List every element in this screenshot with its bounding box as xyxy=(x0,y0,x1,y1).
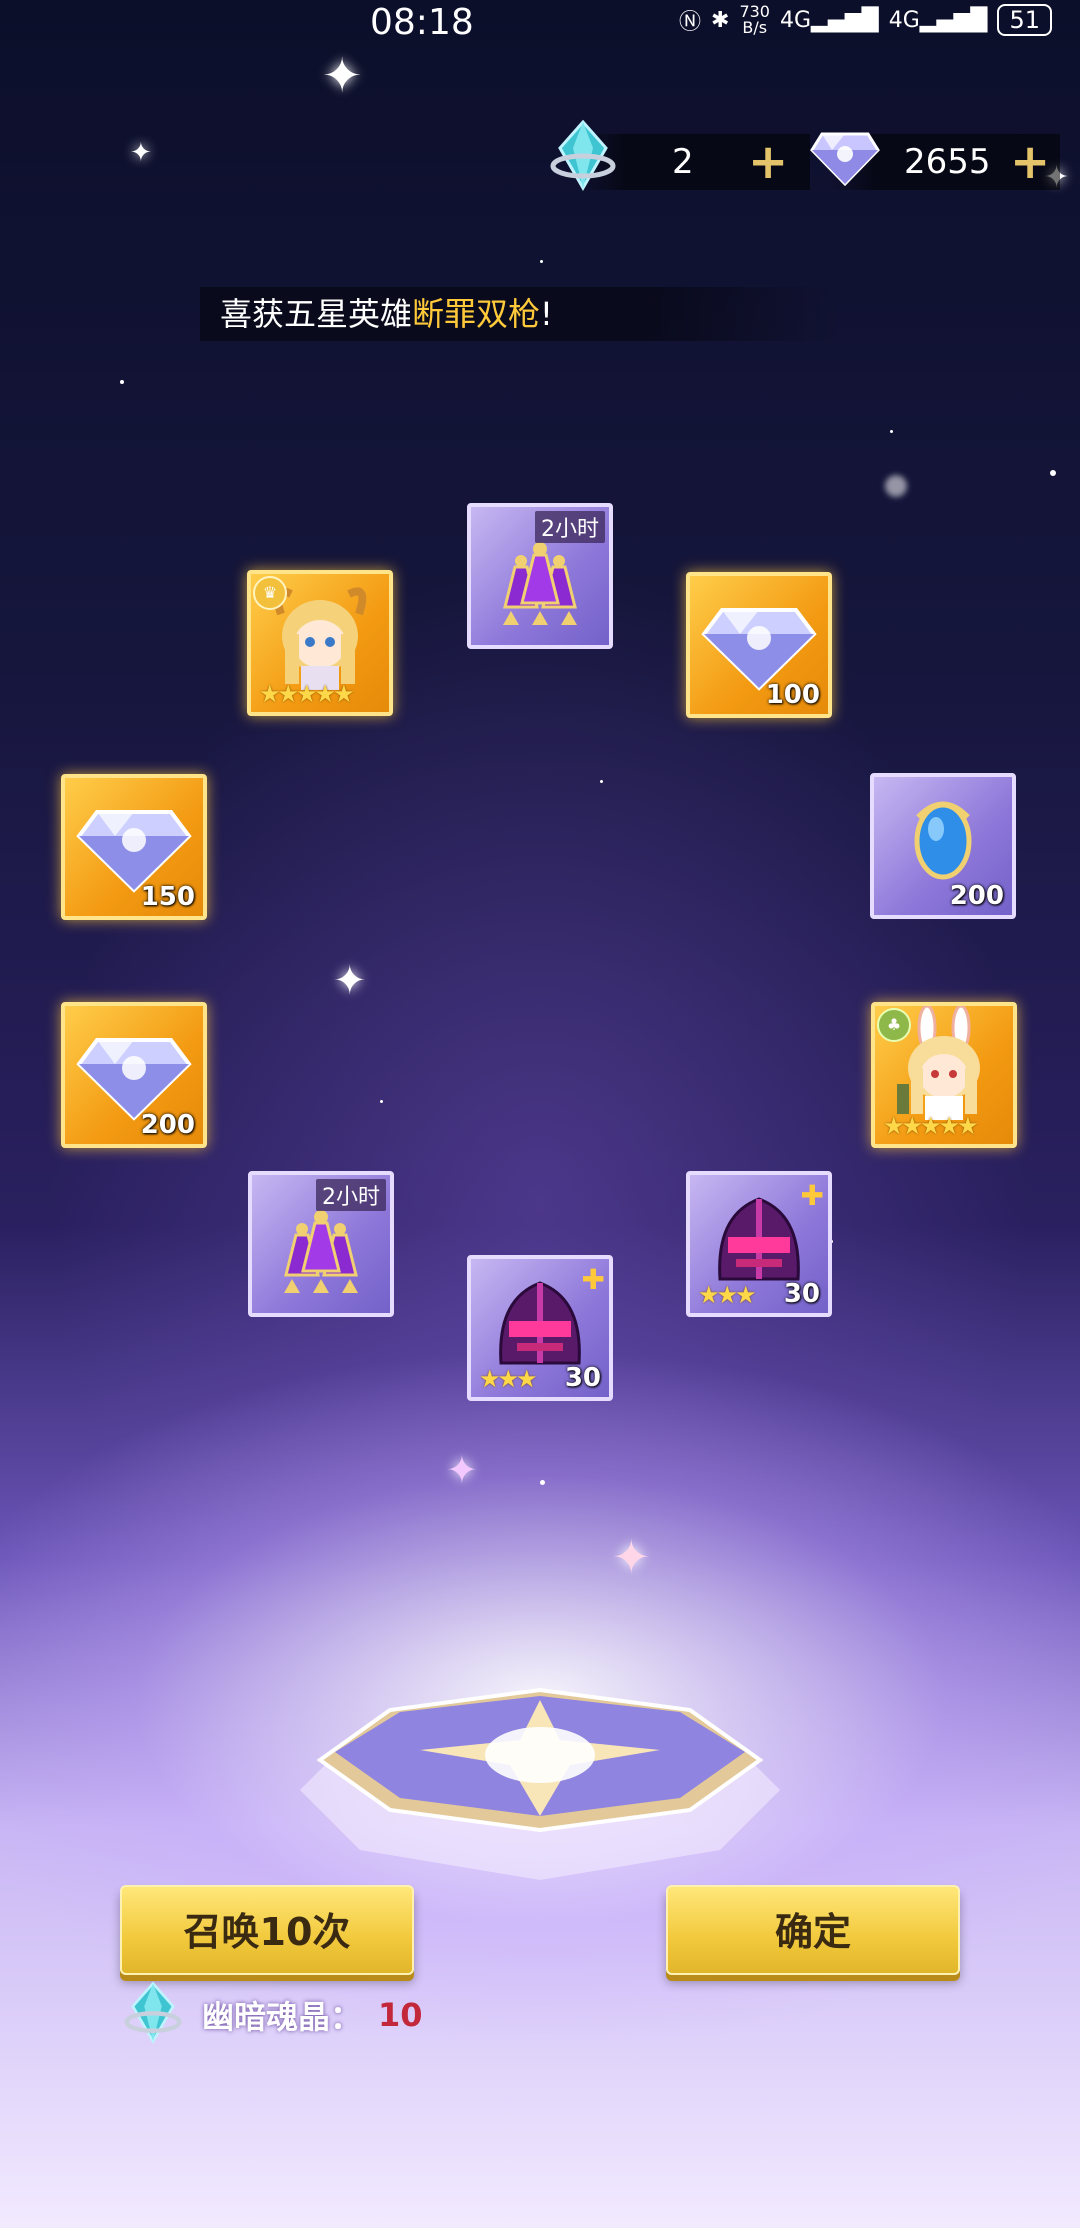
hero-stars: ★★★★★ xyxy=(883,1112,979,1140)
cost-label: 幽暗魂晶： xyxy=(202,1998,363,2036)
star xyxy=(380,1100,383,1103)
soul-crystal-count: 2 xyxy=(672,142,694,182)
star xyxy=(1050,470,1056,476)
hero-stars: ★★★ xyxy=(479,1365,538,1393)
star xyxy=(885,475,907,497)
star xyxy=(540,260,543,263)
reward-card-helmet-shard[interactable]: ✚ ★★★ 30 xyxy=(467,1255,613,1401)
summon-cost: 幽暗魂晶： 10 xyxy=(120,1981,423,2045)
nfc-icon: Ⓝ xyxy=(678,10,701,35)
sparkle: ✦ xyxy=(446,1448,478,1492)
reward-card-potion[interactable]: 2小时 xyxy=(467,503,613,649)
signal-label-2: 4G xyxy=(888,7,920,33)
reward-quantity: 150 xyxy=(140,882,195,912)
network-speed-unit: B/s xyxy=(742,18,768,37)
diamond-icon xyxy=(810,132,880,186)
signal-label: 4G xyxy=(779,7,812,33)
reward-quantity: 200 xyxy=(140,1110,195,1140)
sparkle: ✦ xyxy=(322,48,363,104)
reward-quantity: 100 xyxy=(765,680,820,710)
diamond-count: 2655 xyxy=(904,142,991,182)
puzzle-piece-icon: ✚ xyxy=(581,1263,605,1296)
star xyxy=(890,430,893,433)
star xyxy=(540,1480,545,1485)
add-soul-crystal-button[interactable]: + xyxy=(748,134,788,190)
battery-icon: 51 xyxy=(997,4,1052,36)
signal-icon: 4G▂▄▆█ xyxy=(779,7,879,33)
sparkle: ✦ xyxy=(612,1530,651,1584)
reward-card-potion[interactable]: 2小时 xyxy=(248,1171,394,1317)
duration-tag: 2小时 xyxy=(316,1179,386,1211)
star xyxy=(600,780,603,783)
faction-badge-icon: ♛ xyxy=(253,576,287,610)
cost-value: 10 xyxy=(378,1996,423,2034)
soul-crystal-icon xyxy=(124,1981,182,2044)
bluetooth-icon: ✱ xyxy=(711,7,730,33)
summon-platform xyxy=(300,1687,780,1880)
reward-card-helmet-shard[interactable]: ✚ ★★★ 30 xyxy=(686,1171,832,1317)
announcement-banner: 喜获五星英雄断罪双枪! xyxy=(200,287,840,341)
signal-icon-2: 4G▂▄▆█ xyxy=(888,7,988,33)
soul-crystal-icon xyxy=(550,119,616,192)
reward-card-diamond-150[interactable]: 150 xyxy=(61,774,207,920)
announcement-suffix: ! xyxy=(540,295,553,333)
status-bar: 08:18 Ⓝ ✱ 730 B/s 4G▂▄▆█ 4G▂▄▆█ 51 xyxy=(0,0,1080,48)
hero-stars: ★★★★★ xyxy=(259,680,355,708)
sparkle: ✦ xyxy=(130,138,152,168)
confirm-button[interactable]: 确定 xyxy=(666,1885,960,1975)
reward-card-diamond-200[interactable]: 200 xyxy=(61,1002,207,1148)
sparkle: ✦ xyxy=(333,958,367,1004)
status-icons: Ⓝ ✱ 730 B/s 4G▂▄▆█ 4G▂▄▆█ 51 xyxy=(679,4,1052,36)
summon-10-button[interactable]: 召唤10次 xyxy=(120,1885,414,1975)
duration-tag: 2小时 xyxy=(535,511,605,543)
announcement-hero-name: 断罪双枪 xyxy=(412,295,541,333)
add-diamond-button[interactable]: + xyxy=(1010,134,1050,190)
faction-badge-icon: ♣ xyxy=(877,1008,911,1042)
puzzle-piece-icon: ✚ xyxy=(800,1179,824,1212)
reward-card-hero-horned-girl[interactable]: ♛ ★★★★★ xyxy=(247,570,393,716)
reward-card-diamond-100[interactable]: 100 xyxy=(686,572,832,718)
reward-card-hero-bunny-girl[interactable]: ♣ ★★★★★ xyxy=(871,1002,1017,1148)
reward-card-egg-200[interactable]: 200 xyxy=(870,773,1016,919)
status-time: 08:18 xyxy=(370,2,474,43)
star xyxy=(120,380,124,384)
announcement-prefix: 喜获五星英雄 xyxy=(220,295,413,333)
reward-quantity: 200 xyxy=(949,881,1004,911)
reward-quantity: 30 xyxy=(783,1279,820,1309)
network-speed: 730 B/s xyxy=(739,4,770,36)
hero-stars: ★★★ xyxy=(698,1281,757,1309)
reward-quantity: 30 xyxy=(564,1363,601,1393)
